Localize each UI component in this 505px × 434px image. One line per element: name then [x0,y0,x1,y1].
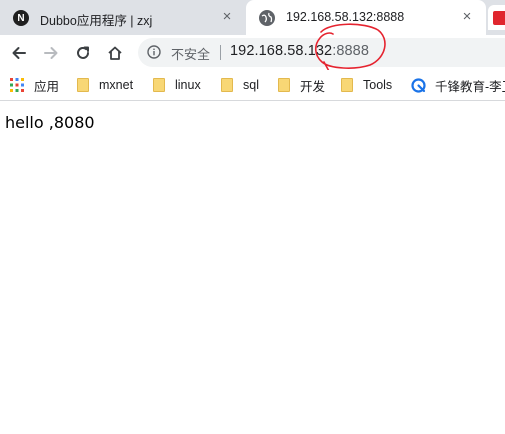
tab-title: 192.168.58.132:8888 [286,10,405,24]
bookmark-label: 千锋教育-李卫 [435,79,505,94]
bookmark-apps[interactable]: 应用 [10,76,59,94]
bookmark-tools[interactable]: Tools [341,76,392,94]
url-host: 192.168.58.132 [230,43,333,59]
bookmark-mxnet[interactable]: mxnet [77,76,133,94]
bookmark-label: sql [243,78,259,92]
reload-icon [77,46,89,59]
tab-title: Dubbo应用程序 | zxj [40,14,153,28]
close-icon[interactable]: × [218,8,236,26]
url-text[interactable]: 192.168.58.132:8888 [230,43,369,59]
browser-toolbar: 不安全 192.168.58.132:8888 [0,35,505,70]
bookmark-qianfeng[interactable]: 千锋教育-李卫 [411,76,505,94]
page-content: hello ,8080 [0,101,505,434]
globe-icon [259,10,275,26]
bookmark-sql[interactable]: sql [221,76,259,94]
folder-icon [221,78,233,92]
folder-icon [77,78,89,92]
response-text: hello ,8080 [5,113,95,132]
folder-icon [153,78,165,92]
folder-icon [278,78,290,92]
folder-icon [341,78,353,92]
tab-strip: N Dubbo应用程序 | zxj × 192.168.58.132:8888 … [0,0,505,35]
apps-grid-icon [10,78,24,92]
tab-dubbo[interactable]: N Dubbo应用程序 | zxj × [0,0,246,35]
bookmark-label: 应用 [34,79,60,94]
qianfeng-logo-icon [411,77,426,93]
tab-localhost[interactable]: 192.168.58.132:8888 × [246,0,486,35]
close-icon[interactable]: × [458,8,476,26]
divider [220,45,221,60]
back-button[interactable] [6,40,32,66]
bookmark-label: 开发 [300,79,326,94]
dubbo-logo-icon: N [13,10,29,26]
back-arrow-icon [12,47,26,59]
bookmarks-bar: 应用 mxnet linux sql 开发 Tools 千锋教育-李卫 [0,70,505,101]
bookmark-label: mxnet [99,78,134,92]
home-button[interactable] [102,40,128,66]
bookmark-label: linux [175,78,201,92]
reload-button[interactable] [70,40,96,66]
forward-arrow-icon [44,47,58,59]
bookmark-linux[interactable]: linux [153,76,201,94]
security-status[interactable]: 不安全 [171,44,210,63]
partial-tab-favicon-icon [493,11,505,25]
bookmark-kaifa[interactable]: 开发 [278,76,325,94]
home-icon [108,46,122,60]
address-bar[interactable]: 不安全 192.168.58.132:8888 [138,38,505,67]
url-port: :8888 [332,43,369,59]
forward-button[interactable] [38,40,64,66]
bookmark-label: Tools [363,78,393,92]
info-icon[interactable] [147,45,161,59]
